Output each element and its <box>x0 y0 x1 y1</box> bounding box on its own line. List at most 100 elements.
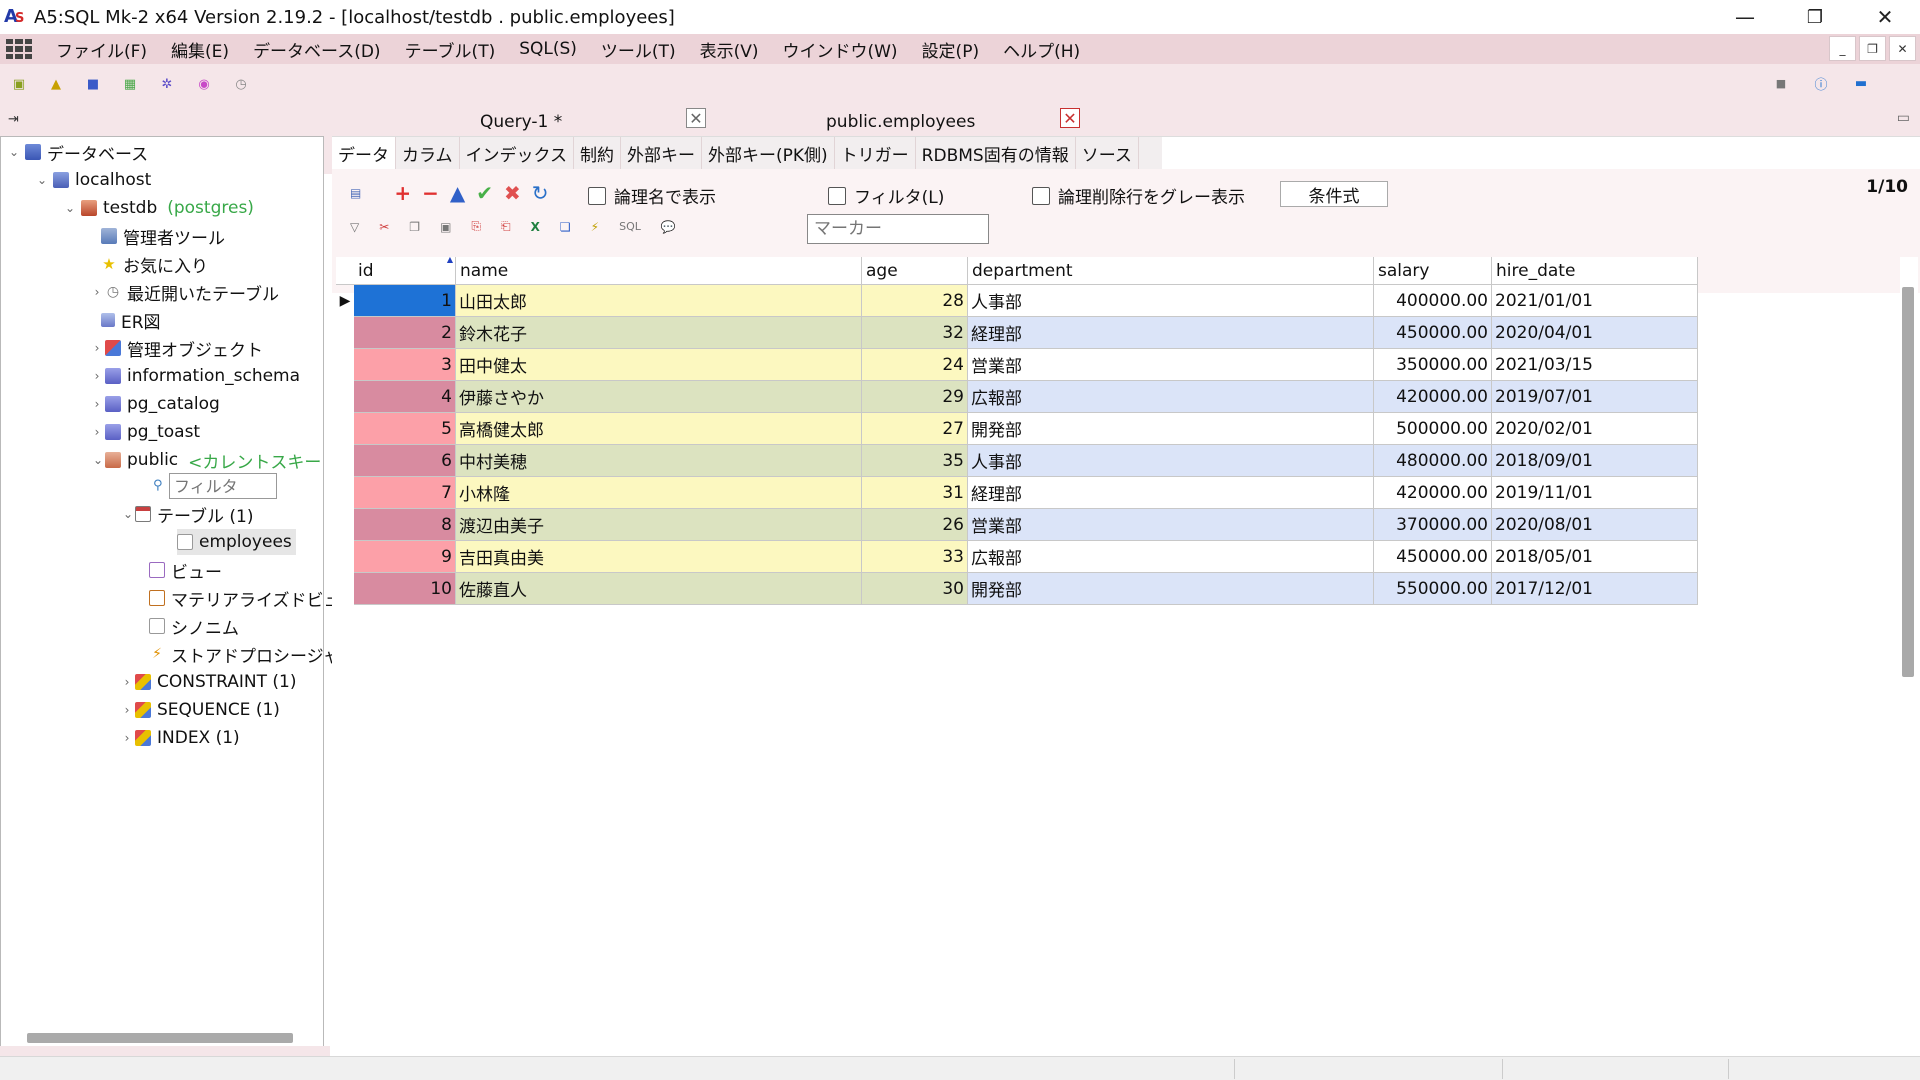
new-file-icon[interactable]: ▣ <box>10 75 28 93</box>
tree-horizontal-scrollbar[interactable] <box>27 1033 293 1043</box>
cell-age[interactable]: 35 <box>862 445 968 477</box>
collapse-icon[interactable]: ⌄ <box>35 173 49 187</box>
close-tab-icon[interactable]: ✕ <box>686 108 706 128</box>
cell-department[interactable]: 人事部 <box>968 445 1374 477</box>
comment-icon[interactable]: 💬 <box>661 220 676 234</box>
table-row[interactable]: 2 鈴木花子 32 経理部 450000.00 2020/04/01 <box>336 317 1698 349</box>
tab-triggers[interactable]: トリガー <box>835 137 916 169</box>
mdi-minimize-button[interactable]: _ <box>1829 36 1856 61</box>
tab-rdbms-info[interactable]: RDBMS固有の情報 <box>916 137 1076 169</box>
cell-age[interactable]: 33 <box>862 541 968 573</box>
menu-view[interactable]: 表示(V) <box>688 37 771 62</box>
expand-icon[interactable]: › <box>93 425 101 439</box>
cell-id[interactable]: 6 <box>354 445 456 477</box>
column-header-name[interactable]: name <box>456 257 862 285</box>
collapse-icon[interactable]: ⌄ <box>123 507 133 521</box>
tree-node-views[interactable]: ビュー <box>149 557 222 583</box>
menu-window[interactable]: ウインドウ(W) <box>770 37 909 62</box>
cell-name[interactable]: 高橋健太郎 <box>456 413 862 445</box>
lightning-icon[interactable]: ⚡ <box>591 220 599 234</box>
cell-id[interactable]: 8 <box>354 509 456 541</box>
tree-node-sequence[interactable]: › SEQUENCE (1) <box>123 697 280 723</box>
cell-id[interactable]: 9 <box>354 541 456 573</box>
tab-source[interactable]: ソース <box>1076 137 1139 169</box>
tree-node-management-objects[interactable]: › 管理オブジェクト <box>93 335 263 361</box>
cell-name[interactable]: 小林隆 <box>456 477 862 509</box>
table-row[interactable]: ▶ 1 山田太郎 28 人事部 400000.00 2021/01/01 <box>336 285 1698 317</box>
stop-icon[interactable]: ■ <box>1772 74 1790 92</box>
sql-icon[interactable]: SQL <box>619 220 641 233</box>
tab-indexes[interactable]: インデックス <box>460 137 574 169</box>
menu-edit[interactable]: 編集(E) <box>159 37 241 62</box>
cut-icon[interactable]: ✂ <box>379 220 389 234</box>
cell-salary[interactable]: 450000.00 <box>1374 541 1492 573</box>
collapse-icon[interactable]: ⌄ <box>7 145 21 159</box>
tree-toggle-icon[interactable]: ⇥ <box>8 112 19 127</box>
table-row[interactable]: 3 田中健太 24 営業部 350000.00 2021/03/15 <box>336 349 1698 381</box>
tab-foreign-keys-pk[interactable]: 外部キー(PK側) <box>702 137 835 169</box>
tree-node-synonyms[interactable]: シノニム <box>149 613 239 639</box>
tree-node-admin-tools[interactable]: 管理者ツール <box>101 223 225 249</box>
cell-age[interactable]: 31 <box>862 477 968 509</box>
cell-salary[interactable]: 370000.00 <box>1374 509 1492 541</box>
copy-icon[interactable]: ❐ <box>409 220 420 234</box>
tree-node-employees[interactable]: employees <box>177 529 296 555</box>
column-header-id[interactable]: id ▲ <box>354 255 456 285</box>
cell-id[interactable]: 10 <box>354 573 456 605</box>
cell-age[interactable]: 27 <box>862 413 968 445</box>
tab-columns[interactable]: カラム <box>396 137 460 169</box>
cell-hire-date[interactable]: 2021/01/01 <box>1492 285 1698 317</box>
cell-name[interactable]: 伊藤さやか <box>456 381 862 413</box>
column-header-hire-date[interactable]: hire_date <box>1492 257 1698 285</box>
cell-age[interactable]: 26 <box>862 509 968 541</box>
tree-node-database[interactable]: ⌄ testdb (postgres) <box>63 195 254 221</box>
checkbox-box[interactable] <box>1032 186 1050 205</box>
vertical-scrollbar-thumb[interactable] <box>1902 287 1914 677</box>
table-row[interactable]: 10 佐藤直人 30 開発部 550000.00 2017/12/01 <box>336 573 1698 605</box>
tree-node-materialized-views[interactable]: マテリアライズドビュー <box>149 585 358 611</box>
minimize-button[interactable]: — <box>1710 0 1780 34</box>
filter-icon[interactable]: ▽ <box>350 220 359 234</box>
cell-department[interactable]: 人事部 <box>968 285 1374 317</box>
collapse-icon[interactable]: ⌄ <box>93 453 103 467</box>
cell-age[interactable]: 28 <box>862 285 968 317</box>
cell-salary[interactable]: 420000.00 <box>1374 381 1492 413</box>
cell-id[interactable]: 4 <box>354 381 456 413</box>
tree-node-er-diagram[interactable]: ER図 <box>101 307 161 333</box>
cell-hire-date[interactable]: 2020/02/01 <box>1492 413 1698 445</box>
cell-name[interactable]: 吉田真由美 <box>456 541 862 573</box>
cell-age[interactable]: 24 <box>862 349 968 381</box>
tree-node-tables[interactable]: ⌄ テーブル (1) <box>123 501 253 527</box>
cell-hire-date[interactable]: 2020/08/01 <box>1492 509 1698 541</box>
menu-help[interactable]: ヘルプ(H) <box>991 37 1092 62</box>
cell-name[interactable]: 渡辺由美子 <box>456 509 862 541</box>
import-icon[interactable]: ⎘ <box>471 219 481 234</box>
plugin-icon[interactable]: ◉ <box>195 75 213 93</box>
help-icon[interactable]: ⓘ <box>1812 74 1830 93</box>
table-row[interactable]: 9 吉田真由美 33 広報部 450000.00 2018/05/01 <box>336 541 1698 573</box>
cell-age[interactable]: 29 <box>862 381 968 413</box>
cell-department[interactable]: 広報部 <box>968 541 1374 573</box>
table-editor-icon[interactable]: ▦ <box>121 75 139 93</box>
table-row[interactable]: 6 中村美穂 35 人事部 480000.00 2018/09/01 <box>336 445 1698 477</box>
tree-node-favorites[interactable]: ★ お気に入り <box>101 251 208 277</box>
cell-name[interactable]: 田中健太 <box>456 349 862 381</box>
cell-name[interactable]: 佐藤直人 <box>456 573 862 605</box>
tab-public-employees[interactable]: public.employees <box>826 108 975 136</box>
tab-constraints[interactable]: 制約 <box>574 137 621 169</box>
menu-settings[interactable]: 設定(P) <box>910 37 992 62</box>
logical-names-checkbox[interactable]: 論理名で表示 <box>588 183 716 208</box>
expand-icon[interactable]: › <box>93 369 101 383</box>
cell-hire-date[interactable]: 2021/03/15 <box>1492 349 1698 381</box>
cell-salary[interactable]: 500000.00 <box>1374 413 1492 445</box>
move-up-icon[interactable]: ▲ <box>450 181 465 205</box>
system-menu-icon[interactable] <box>4 37 34 61</box>
add-row-icon[interactable]: + <box>394 181 411 205</box>
clock-icon[interactable]: ◷ <box>232 75 250 93</box>
cell-hire-date[interactable]: 2019/07/01 <box>1492 381 1698 413</box>
marker-input[interactable] <box>807 214 989 244</box>
tab-foreign-keys[interactable]: 外部キー <box>621 137 702 169</box>
cell-salary[interactable]: 400000.00 <box>1374 285 1492 317</box>
cell-id[interactable]: 1 <box>354 285 456 317</box>
cell-department[interactable]: 経理部 <box>968 477 1374 509</box>
